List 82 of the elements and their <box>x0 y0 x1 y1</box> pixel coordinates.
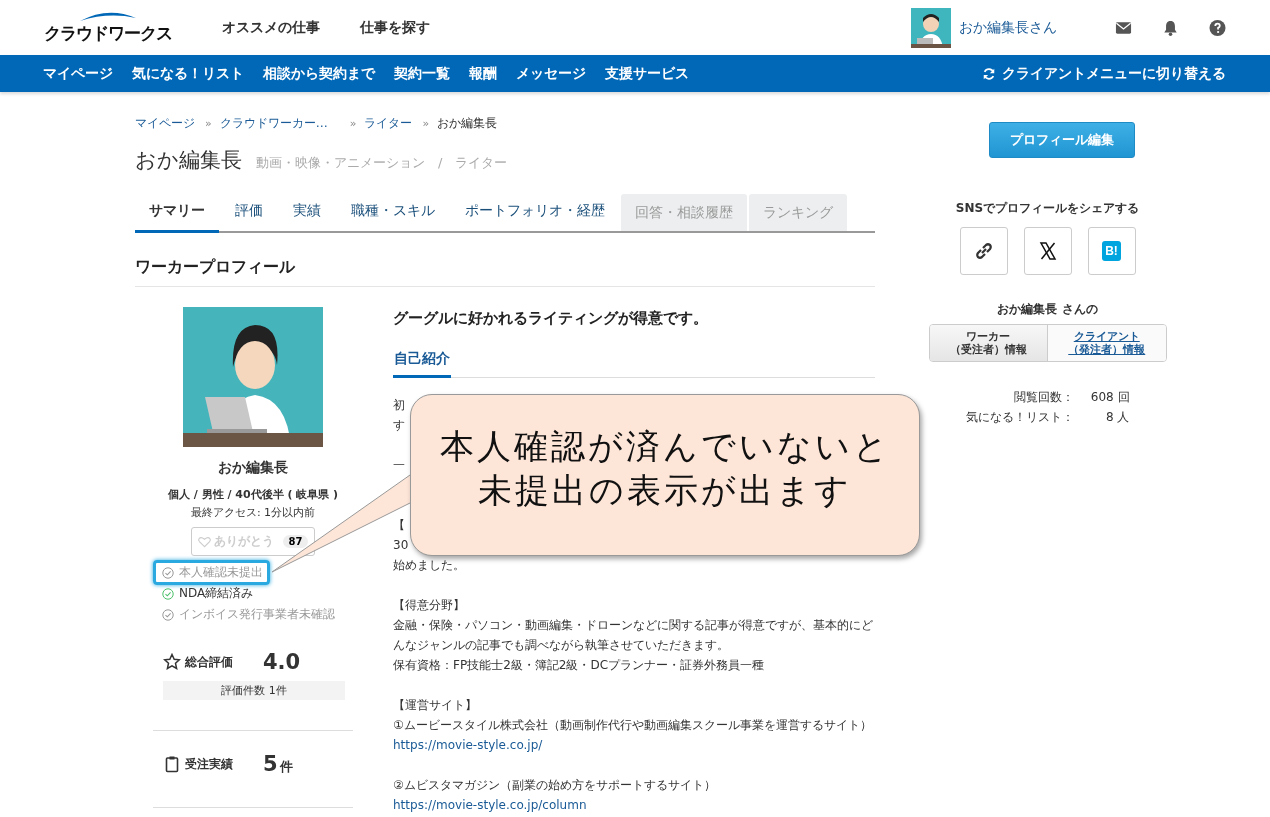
callout-text: 本人確認が済んでいないと <box>439 425 891 468</box>
share-button[interactable] <box>1023 227 1072 275</box>
url-link[interactable]: https://movie-style.co.jp/ <box>393 735 543 755</box>
orders-value: 5 件 <box>263 752 293 776</box>
breadcrumb-separator: » <box>422 117 430 130</box>
stat-value: 8 人 <box>1105 409 1130 426</box>
profile-attributes: 個人 / 男性 / 40代後半 ( 岐阜県 ) <box>167 487 339 502</box>
breadcrumb-link[interactable]: クラウドワーカー… <box>219 115 328 132</box>
nav-item[interactable]: 気になる！リスト <box>132 64 244 83</box>
category-text: 動画・映像・アニメーション / ライター <box>256 154 508 172</box>
highlight-frame: 本人確認未提出 <box>153 560 270 585</box>
bio-line: 30 <box>393 537 409 554</box>
breadcrumb-separator: » <box>205 117 212 130</box>
tab[interactable]: ポートフォリオ・経歴 <box>451 202 619 233</box>
role-tab[interactable]: クライアント （発注者）情報 <box>1048 325 1166 361</box>
mail-icon[interactable] <box>1115 19 1132 36</box>
section-title: ワーカープロフィール <box>135 257 875 287</box>
stat-label: 気になる！リスト： <box>965 409 1074 426</box>
tab[interactable]: 職種・スキル <box>337 202 449 233</box>
stat-value: 608 回 <box>1089 389 1130 406</box>
nav-item[interactable]: 相談から契約まで <box>263 64 375 83</box>
bio-line: 一 <box>393 457 405 474</box>
star-icon <box>163 653 181 671</box>
bio-line: んなジャンルの記事でも調べながら執筆させていただきます。 <box>393 637 729 654</box>
review-count: 評価件数 1件 <box>163 681 345 700</box>
header-link[interactable]: オススメの仕事 <box>222 18 320 37</box>
share-button[interactable] <box>959 227 1008 275</box>
headline: グーグルに好かれるライティングが得意です。 <box>393 309 709 328</box>
tab[interactable]: 実績 <box>279 202 335 233</box>
check-circle-icon <box>162 608 174 621</box>
intro-tab[interactable]: 自己紹介 <box>393 350 451 378</box>
breadcrumb-link[interactable]: マイページ <box>135 115 195 132</box>
refresh-icon[interactable] <box>982 66 996 81</box>
check-circle-icon <box>162 587 174 600</box>
nav-item[interactable]: マイページ <box>43 64 113 83</box>
link-icon <box>973 241 994 261</box>
bio-line: ①ムービースタイル株式会社（動画制作代行や動画編集スクール事業を運営するサイト） <box>393 717 872 734</box>
tab[interactable]: サマリー <box>135 202 219 233</box>
bio-line: ②ムビスタマガジン（副業の始め方をサポートするサイト） <box>393 777 716 794</box>
bio-line: 【運営サイト】 <box>393 697 477 714</box>
bio-line: 【 <box>393 517 405 534</box>
url-link[interactable]: https://movie-style.co.jp/column <box>393 795 587 815</box>
breadcrumb-link[interactable]: ライター <box>364 115 413 132</box>
nav-item[interactable]: メッセージ <box>516 64 586 83</box>
bio-line: 初 <box>393 397 405 414</box>
nav-item[interactable]: 支援サービス <box>605 64 689 83</box>
orders-label: 受注実績 <box>185 755 234 773</box>
rating-value: 4.0 <box>263 650 301 674</box>
user-link[interactable]: おか編集長さん <box>959 18 1057 37</box>
page-title: おか編集長 <box>135 147 242 174</box>
bio-line: す <box>393 417 405 434</box>
bio-line: 【得意分野】 <box>393 597 465 614</box>
status-item: NDA締結済み <box>153 583 261 604</box>
role-title: おか編集長 さんの <box>997 301 1098 318</box>
bio-line: 金融・保険・パソコン・動画編集・ドローンなどに関する記事が得意ですが、基本的にど <box>393 617 873 634</box>
switch-link[interactable]: クライアントメニューに切り替える <box>1002 64 1226 83</box>
check-circle-icon <box>162 566 174 579</box>
tab: ランキング <box>749 194 847 231</box>
share-title: SNSでプロフィールをシェアする <box>955 200 1140 217</box>
help-icon[interactable] <box>1209 19 1226 36</box>
x-logo-icon <box>1037 241 1058 261</box>
nav-item[interactable]: 報酬 <box>469 64 497 83</box>
breadcrumb-separator: » <box>349 117 357 130</box>
bio-line: 始めました。 <box>393 557 465 574</box>
status-item: インボイス発行事業者未確認 <box>153 604 342 625</box>
clipboard-icon <box>163 755 181 773</box>
bio-line: 保有資格：FP技能士2級・簿記2級・DCプランナー・証券外務員一種 <box>393 657 765 674</box>
tab: 回答・相談履歴 <box>621 194 747 231</box>
bell-icon[interactable] <box>1162 19 1179 36</box>
stat-label: 閲覧回数： <box>1012 389 1074 406</box>
current-page-label: おか編集長 <box>437 115 498 132</box>
bookmark-logo: B! <box>1102 241 1121 261</box>
nav-item[interactable]: 契約一覧 <box>394 64 450 83</box>
tab[interactable]: 評価 <box>221 202 277 233</box>
last-access-text: 最終アクセス: 1分以内前 <box>190 505 316 520</box>
rating-label: 総合評価 <box>185 653 234 671</box>
role-tab[interactable]: ワーカー （受注者）情報 <box>929 325 1048 361</box>
heart-icon <box>197 535 211 548</box>
profile-name: おか編集長 <box>218 459 288 477</box>
logo[interactable]: クラウドワークス <box>44 10 172 45</box>
callout-text: 未提出の表示が出ます <box>478 469 852 512</box>
header-link[interactable]: 仕事を探す <box>360 18 430 37</box>
